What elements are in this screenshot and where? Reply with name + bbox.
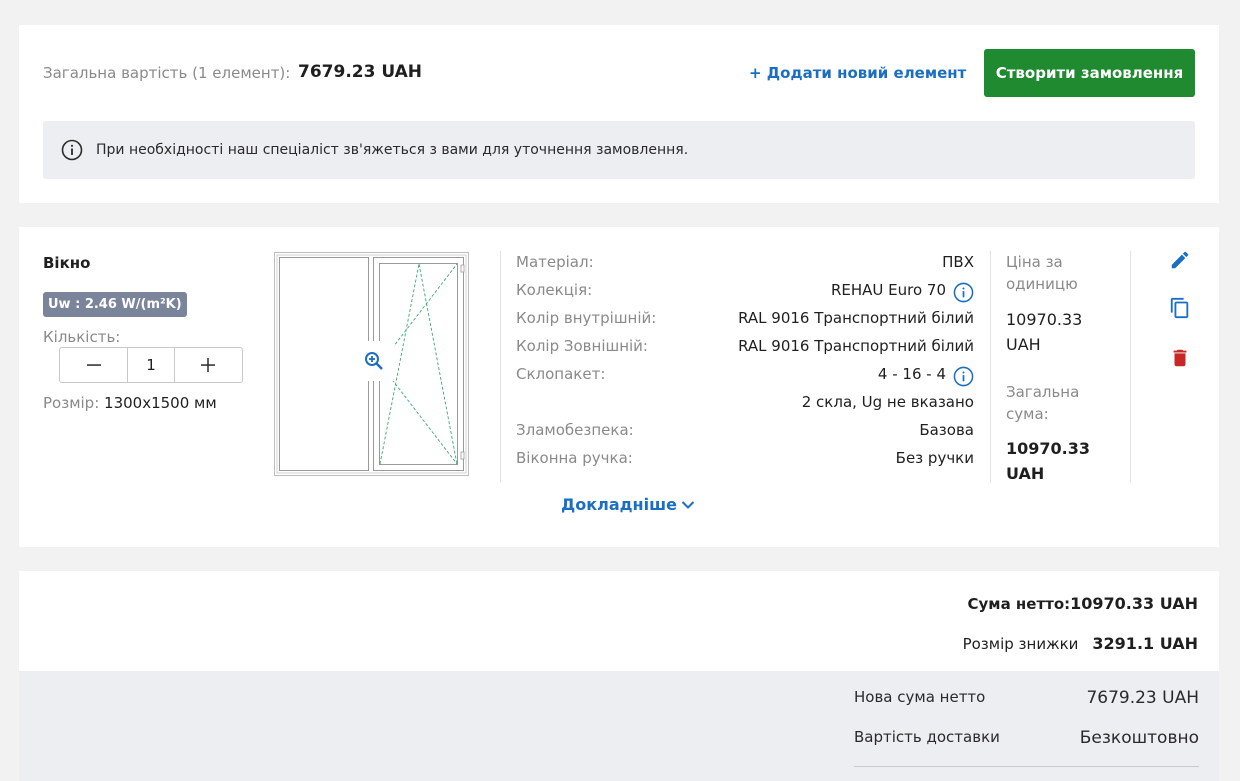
spec-row-glazing: Склопакет: 4 - 16 - 4 [516,363,974,391]
spec-row-collection: Колекція: REHAU Euro 70 [516,279,974,307]
spec-row-material: Матеріал: ПВХ [516,251,974,279]
product-card: Вікно Uw : 2.46 W/(m²K) Кількість: 1 Роз… [19,227,1219,547]
info-icon [61,139,83,161]
copy-icon[interactable] [1169,297,1191,319]
new-net-value: 7679.23 UAH [1086,688,1199,708]
info-text: При необхідності наш спеціаліст зв'яжеть… [96,142,689,158]
minus-icon [86,364,101,366]
create-order-button[interactable]: Створити замовлення [984,49,1195,97]
order-summary-card: Загальна вартість (1 елемент): 7679.23 U… [19,25,1219,203]
spec-key: Колір Зовнішній: [516,337,648,355]
details-toggle[interactable]: Докладніше [561,495,695,514]
unit-price-label: Ціна за одиницю [1006,253,1078,293]
delete-icon[interactable] [1169,347,1191,369]
zoom-in-icon [365,352,383,370]
info-banner: При необхідності наш спеціаліст зв'яжеть… [43,121,1195,179]
divider [500,251,501,483]
quantity-input[interactable]: 1 [127,348,175,382]
uw-badge: Uw : 2.46 W/(m²K) [43,292,187,317]
net-sum-label: Сума нетто: [967,595,1071,613]
unit-price-value: 10970.33 UAH [1006,310,1083,354]
spec-row-glazing-detail: 2 скла, Ug не вказано [516,391,974,419]
spec-value: Без ручки [895,449,974,467]
spec-key: Колекція: [516,281,593,299]
zoom-button[interactable] [354,341,394,381]
spec-value: ПВХ [942,253,974,271]
spec-value: Базова [919,421,974,439]
total-sum-label: Загальна сума: [1006,383,1080,423]
delivery-value: Безкоштовно [1079,728,1199,748]
price-summary-card: Сума нетто:10970.33 UAH Розмір знижки 329… [19,571,1219,671]
chevron-down-icon [681,501,695,509]
spec-row-outer-color: Колір Зовнішній: RAL 9016 Транспортний б… [516,335,974,363]
spec-key: Матеріал: [516,253,594,271]
spec-value: 4 - 16 - 4 [877,365,946,383]
divider [1130,251,1131,483]
price-column: Ціна за одиницю 10970.33 UAH Загальна су… [1006,251,1116,486]
spec-row-inner-color: Колір внутрішній: RAL 9016 Транспортний … [516,307,974,335]
add-element-link[interactable]: + Додати новий елемент [749,64,966,82]
spec-value: 2 скла, Ug не вказано [801,393,974,411]
spec-value: RAL 9016 Транспортний білий [738,337,974,355]
spec-key: Колір внутрішній: [516,309,657,327]
spec-key: Віконна ручка: [516,449,633,467]
total-sum-value: 10970.33 UAH [1006,439,1091,483]
quantity-stepper: 1 [59,347,243,383]
spec-row-handle: Віконна ручка: Без ручки [516,447,974,475]
size-label: Розмір: [43,394,100,412]
size-row: Розмір: 1300x1500 мм [43,394,217,412]
plus-icon [201,358,216,372]
discount-value: 3291.1 UAH [1092,634,1198,653]
divider [990,251,991,483]
net-sum-value: 10970.33 UAH [1070,594,1198,613]
total-cost-value: 7679.23 UAH [298,62,423,82]
spec-value: RAL 9016 Транспортний білий [738,309,974,327]
discount-label: Розмір знижки [962,635,1079,653]
quantity-label: Кількість: [43,328,121,346]
price-summary-totals: Нова сума нетто 7679.23 UAH Вартість дос… [19,671,1219,781]
product-name: Вікно [43,254,91,272]
spec-value: REHAU Euro 70 [830,281,946,299]
glazing-info-icon[interactable] [953,366,974,387]
spec-key: Склопакет: [516,365,606,383]
divider [854,766,1199,767]
decrement-button[interactable] [60,348,127,382]
size-value: 1300x1500 мм [104,394,217,412]
collection-info-icon[interactable] [953,282,974,303]
spec-key: Зламобезпека: [516,421,634,439]
increment-button[interactable] [175,348,242,382]
new-net-label: Нова сума нетто [854,688,986,706]
spec-row-security: Зламобезпека: Базова [516,419,974,447]
net-sum-row: Сума нетто:10970.33 UAH [968,594,1198,613]
edit-icon[interactable] [1169,249,1191,271]
delivery-label: Вартість доставки [854,728,1000,746]
total-cost-label: Загальна вартість (1 елемент): [43,64,291,82]
spec-list: Матеріал: ПВХ Колекція: REHAU Euro 70 Ко… [516,251,974,475]
details-label: Докладніше [561,495,677,514]
discount-row: Розмір знижки 3291.1 UAH [963,634,1198,653]
